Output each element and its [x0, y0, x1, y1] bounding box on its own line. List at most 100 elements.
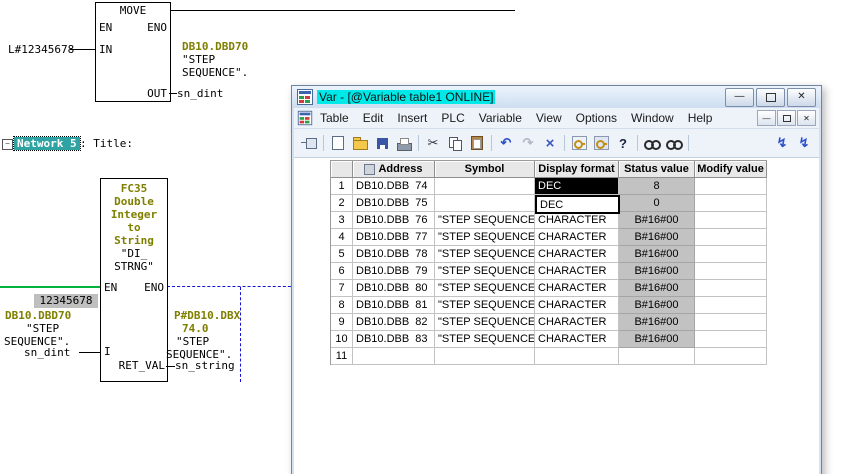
display-format-cell[interactable]: CHARACTER [535, 331, 619, 348]
menu-window[interactable]: Window [624, 110, 681, 126]
fc35-block[interactable]: FC35 Double Integer to String "DI_ STRNG… [100, 178, 168, 382]
menu-variable[interactable]: Variable [472, 110, 529, 126]
row-number-cell[interactable]: 11 [331, 348, 353, 365]
status-key-icon[interactable] [590, 133, 612, 153]
header-symbol[interactable]: Symbol [435, 161, 535, 178]
symbol-cell[interactable]: "STEP SEQUENCE" [435, 297, 535, 314]
row-number-cell[interactable]: 2 [331, 195, 353, 212]
print-icon[interactable] [393, 133, 415, 153]
symbol-cell[interactable]: "STEP SEQUENCE" [435, 246, 535, 263]
paste-icon[interactable] [466, 133, 488, 153]
close-button[interactable]: ✕ [787, 87, 816, 107]
row-number-cell[interactable]: 1 [331, 178, 353, 195]
menu-help[interactable]: Help [681, 110, 720, 126]
row-number-cell[interactable]: 10 [331, 331, 353, 348]
address-cell[interactable]: DB10.DBB 83 [353, 331, 435, 348]
address-cell[interactable]: DB10.DBB 81 [353, 297, 435, 314]
copy-icon[interactable] [444, 133, 466, 153]
address-cell[interactable]: DB10.DBB 82 [353, 314, 435, 331]
network-label[interactable]: Network 5 [13, 136, 81, 151]
network-collapse-icon[interactable]: − [2, 139, 13, 150]
dropdown-item-dec[interactable]: DEC [540, 199, 563, 211]
modify-value-cell[interactable] [695, 178, 767, 195]
title-bar[interactable]: Var - [@Variable table1 ONLINE] — ✕ [292, 86, 821, 108]
modify-value-cell[interactable] [695, 314, 767, 331]
display-format-cell[interactable]: CHARACTER [535, 212, 619, 229]
row-number-cell[interactable]: 7 [331, 280, 353, 297]
header-status-value[interactable]: Status value [619, 161, 695, 178]
address-cell[interactable]: DB10.DBB 74 [353, 178, 435, 195]
modify-once-icon[interactable] [771, 133, 793, 153]
modify-value-cell[interactable] [695, 280, 767, 297]
header-address[interactable]: Address [353, 161, 435, 178]
help-icon[interactable] [612, 133, 634, 153]
modify-value-cell[interactable] [695, 348, 767, 365]
symbol-cell[interactable]: "STEP SEQUENCE" [435, 212, 535, 229]
symbol-cell[interactable] [435, 348, 535, 365]
child-window-icon[interactable] [297, 110, 313, 126]
symbol-cell[interactable]: "STEP SEQUENCE" [435, 314, 535, 331]
undo-icon[interactable] [495, 133, 517, 153]
minimize-button[interactable]: — [725, 87, 754, 107]
modify-value-cell[interactable] [695, 331, 767, 348]
display-format-cell[interactable]: CHARACTER [535, 297, 619, 314]
child-close-button[interactable]: ✕ [797, 110, 816, 126]
header-modify-value[interactable]: Modify value [695, 161, 767, 178]
status-word-icon[interactable] [568, 133, 590, 153]
symbol-cell[interactable] [435, 195, 535, 212]
maximize-button[interactable] [756, 87, 785, 107]
symbol-cell[interactable]: "STEP SEQUENCE" [435, 263, 535, 280]
display-format-cell[interactable]: DEC [535, 178, 619, 195]
modify-icon[interactable] [793, 133, 815, 153]
menu-edit[interactable]: Edit [356, 110, 391, 126]
save-icon[interactable] [371, 133, 393, 153]
modify-value-cell[interactable] [695, 263, 767, 280]
row-number-cell[interactable]: 4 [331, 229, 353, 246]
display-format-cell[interactable]: CHARACTER [535, 246, 619, 263]
display-format-cell[interactable] [535, 348, 619, 365]
move-block[interactable]: MOVE EN ENO IN OUT [95, 2, 171, 102]
row-number-cell[interactable]: 3 [331, 212, 353, 229]
row-number-cell[interactable]: 9 [331, 314, 353, 331]
dock-pin-icon[interactable] [298, 133, 320, 153]
cut-glyph [428, 135, 439, 151]
menu-insert[interactable]: Insert [390, 110, 434, 126]
redo-icon[interactable] [517, 133, 539, 153]
monitor-once-icon[interactable] [641, 133, 663, 153]
address-cell[interactable]: DB10.DBB 76 [353, 212, 435, 229]
address-cell[interactable] [353, 348, 435, 365]
child-restore-button[interactable] [777, 110, 796, 126]
display-format-cell[interactable]: CHARACTER [535, 229, 619, 246]
menu-plc[interactable]: PLC [434, 110, 471, 126]
display-format-cell[interactable]: CHARACTER [535, 263, 619, 280]
new-icon[interactable] [327, 133, 349, 153]
symbol-cell[interactable]: "STEP SEQUENCE" [435, 280, 535, 297]
cut-icon[interactable] [422, 133, 444, 153]
address-cell[interactable]: DB10.DBB 78 [353, 246, 435, 263]
symbol-cell[interactable] [435, 178, 535, 195]
modify-value-cell[interactable] [695, 212, 767, 229]
display-format-cell[interactable]: CHARACTER [535, 314, 619, 331]
symbol-cell[interactable]: "STEP SEQUENCE" [435, 331, 535, 348]
address-cell[interactable]: DB10.DBB 75 [353, 195, 435, 212]
modify-value-cell[interactable] [695, 246, 767, 263]
clear-icon[interactable] [539, 133, 561, 153]
display-format-cell[interactable]: CHARACTER [535, 280, 619, 297]
modify-value-cell[interactable] [695, 195, 767, 212]
row-number-cell[interactable]: 6 [331, 263, 353, 280]
row-number-cell[interactable]: 5 [331, 246, 353, 263]
menu-view[interactable]: View [529, 110, 569, 126]
child-minimize-button[interactable]: — [757, 110, 776, 126]
address-cell[interactable]: DB10.DBB 79 [353, 263, 435, 280]
menu-table[interactable]: Table [313, 110, 356, 126]
monitor-icon[interactable] [663, 133, 685, 153]
header-display-format[interactable]: Display format [535, 161, 619, 178]
address-cell[interactable]: DB10.DBB 80 [353, 280, 435, 297]
menu-options[interactable]: Options [569, 110, 624, 126]
modify-value-cell[interactable] [695, 229, 767, 246]
symbol-cell[interactable]: "STEP SEQUENCE" [435, 229, 535, 246]
row-number-cell[interactable]: 8 [331, 297, 353, 314]
modify-value-cell[interactable] [695, 297, 767, 314]
open-icon[interactable] [349, 133, 371, 153]
address-cell[interactable]: DB10.DBB 77 [353, 229, 435, 246]
